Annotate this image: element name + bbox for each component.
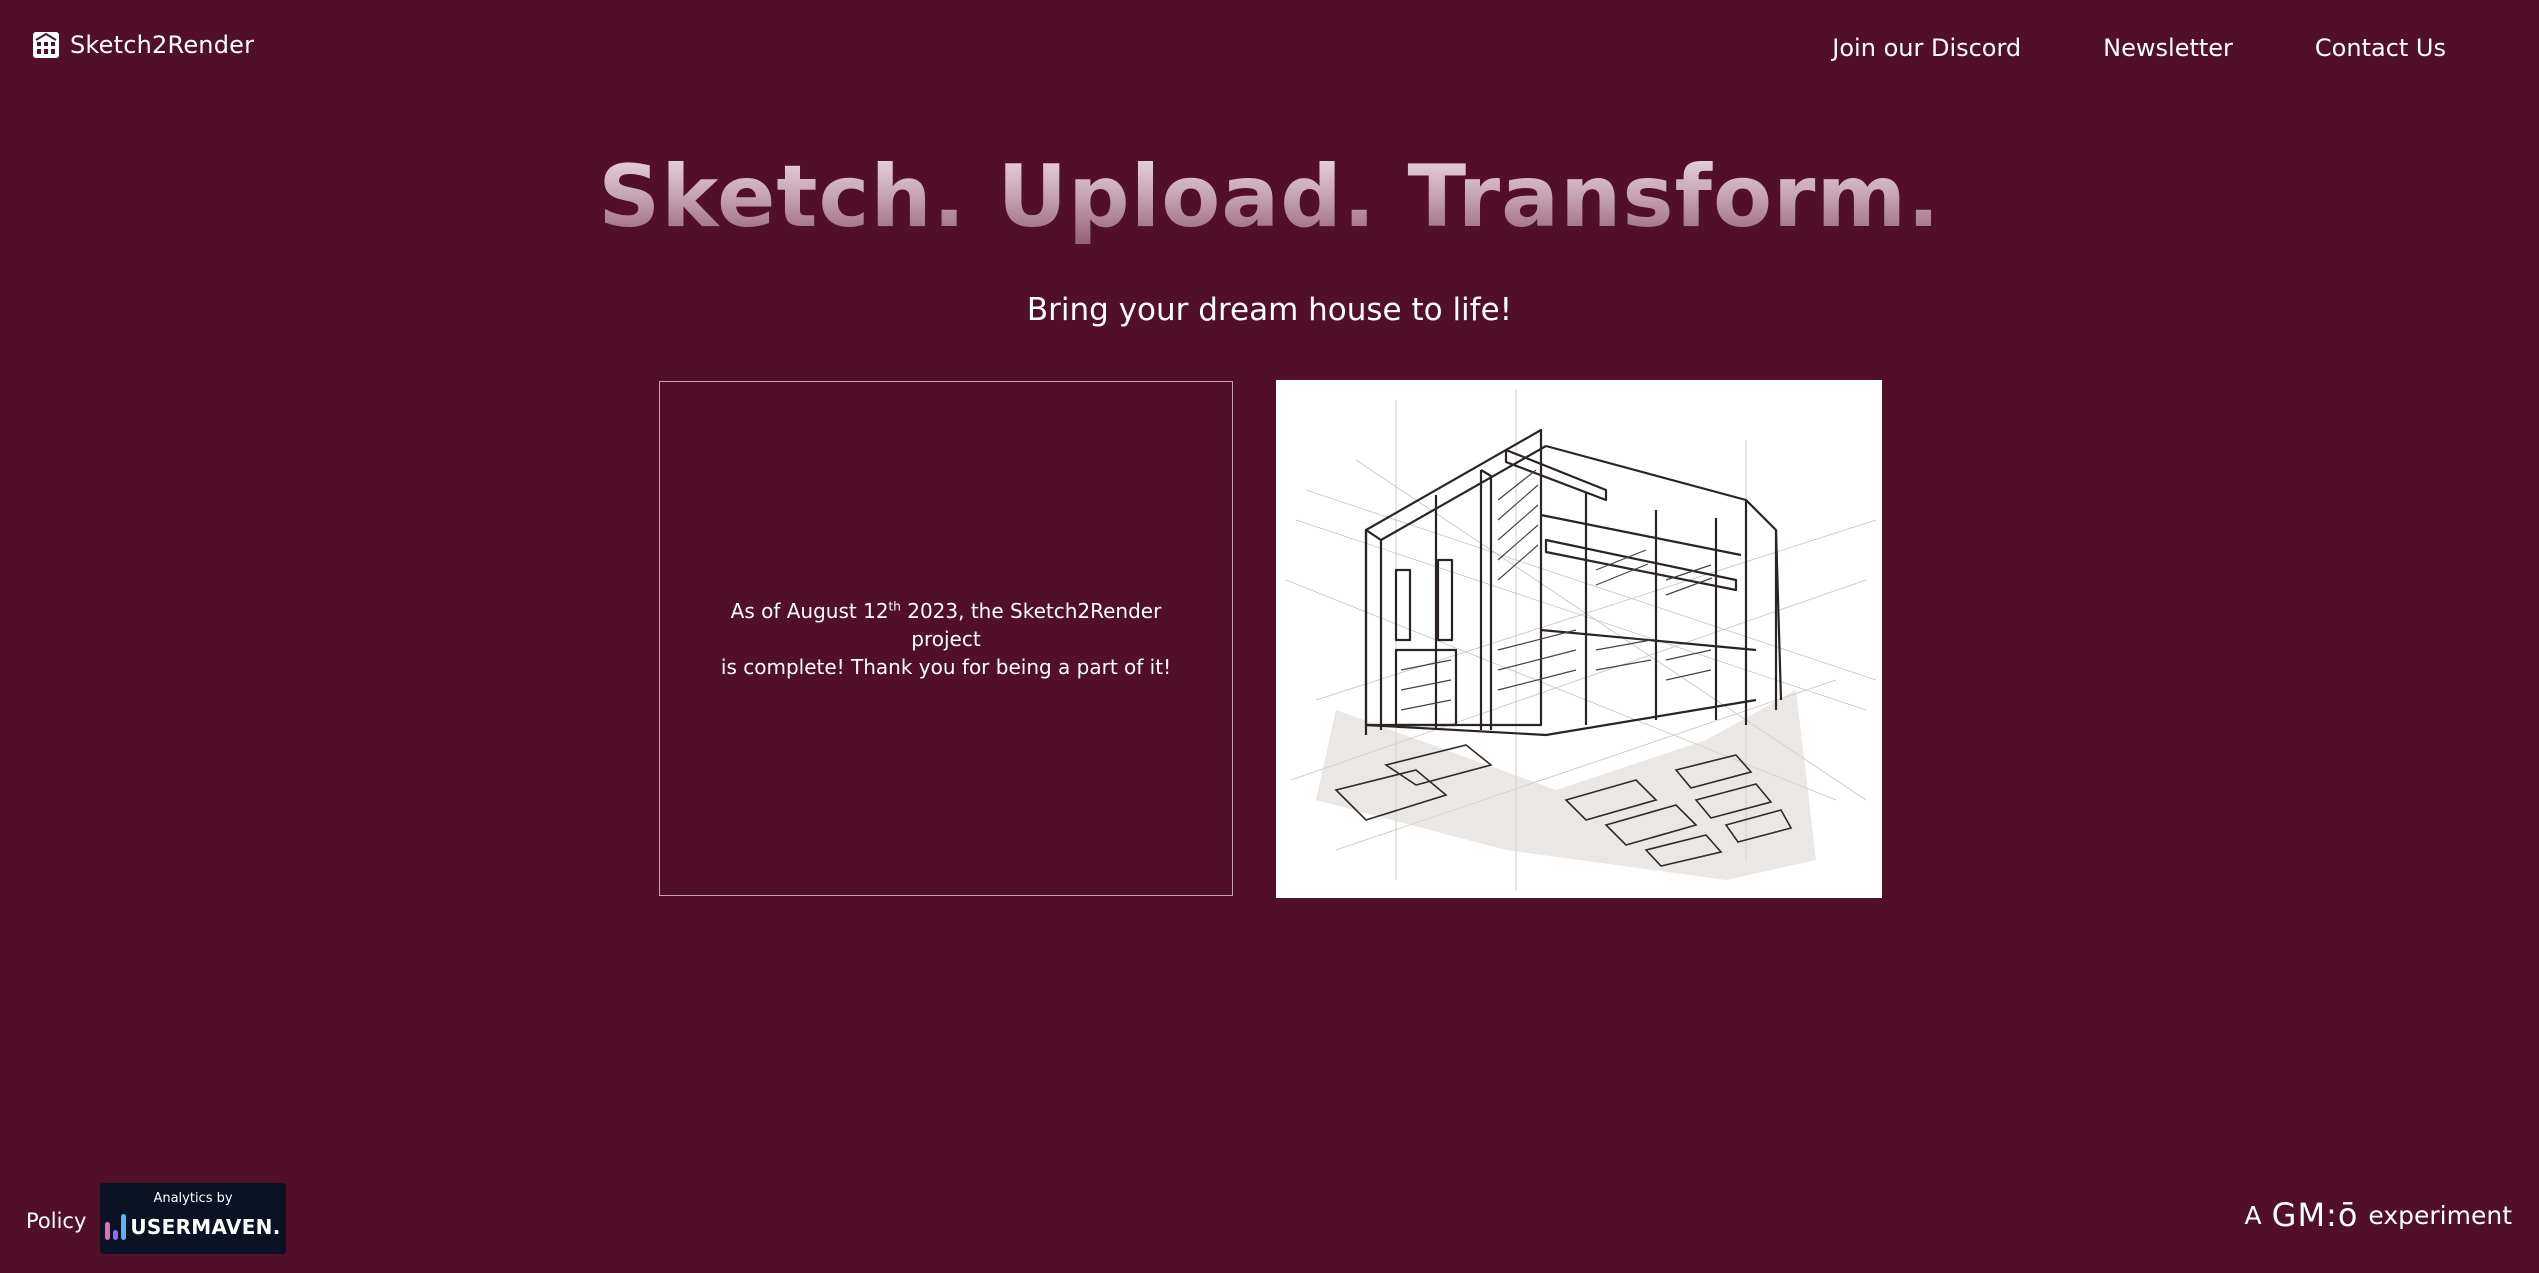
nav-link-newsletter[interactable]: Newsletter <box>2103 34 2233 62</box>
brand-logo-link[interactable]: Sketch2Render <box>32 31 254 59</box>
hero-title: Sketch. Upload. Transform. <box>0 146 2539 249</box>
notice-date-ordinal: th <box>888 598 901 613</box>
house-sketch-illustration <box>1276 380 1882 898</box>
notice-line1-prefix: As of August 12 <box>730 598 889 623</box>
hero-subtitle: Bring your dream house to life! <box>1026 292 1513 328</box>
usermaven-wordmark: USERMAVEN. <box>130 1215 281 1239</box>
usermaven-logo: USERMAVEN. <box>100 1212 286 1240</box>
gmo-credit: A GM:ō experiment <box>2245 1196 2512 1234</box>
top-nav: Join our Discord Newsletter Contact Us <box>1832 34 2446 62</box>
policy-link[interactable]: Policy <box>26 1209 86 1233</box>
notice-text: As of August 12th 2023, the Sketch2Rende… <box>711 597 1181 681</box>
credit-suffix: experiment <box>2368 1200 2512 1230</box>
credit-prefix: A <box>2244 1200 2262 1230</box>
gmo-logo[interactable]: GM:ō <box>2272 1196 2359 1234</box>
brand-name: Sketch2Render <box>70 31 255 59</box>
usermaven-analytics-badge[interactable]: Analytics by USERMAVEN. <box>100 1183 286 1254</box>
project-complete-notice: As of August 12th 2023, the Sketch2Rende… <box>659 381 1233 896</box>
analytics-by-label: Analytics by <box>153 1191 233 1206</box>
usermaven-bars-icon <box>105 1212 127 1240</box>
notice-line2: is complete! Thank you for being a part … <box>720 654 1172 679</box>
nav-link-contact[interactable]: Contact Us <box>2315 34 2446 62</box>
nav-link-discord[interactable]: Join our Discord <box>1832 34 2021 62</box>
house-grid-icon <box>32 31 60 59</box>
notice-line1-suffix: 2023, the Sketch2Render project <box>900 598 1162 651</box>
house-sketch-image <box>1276 380 1882 898</box>
